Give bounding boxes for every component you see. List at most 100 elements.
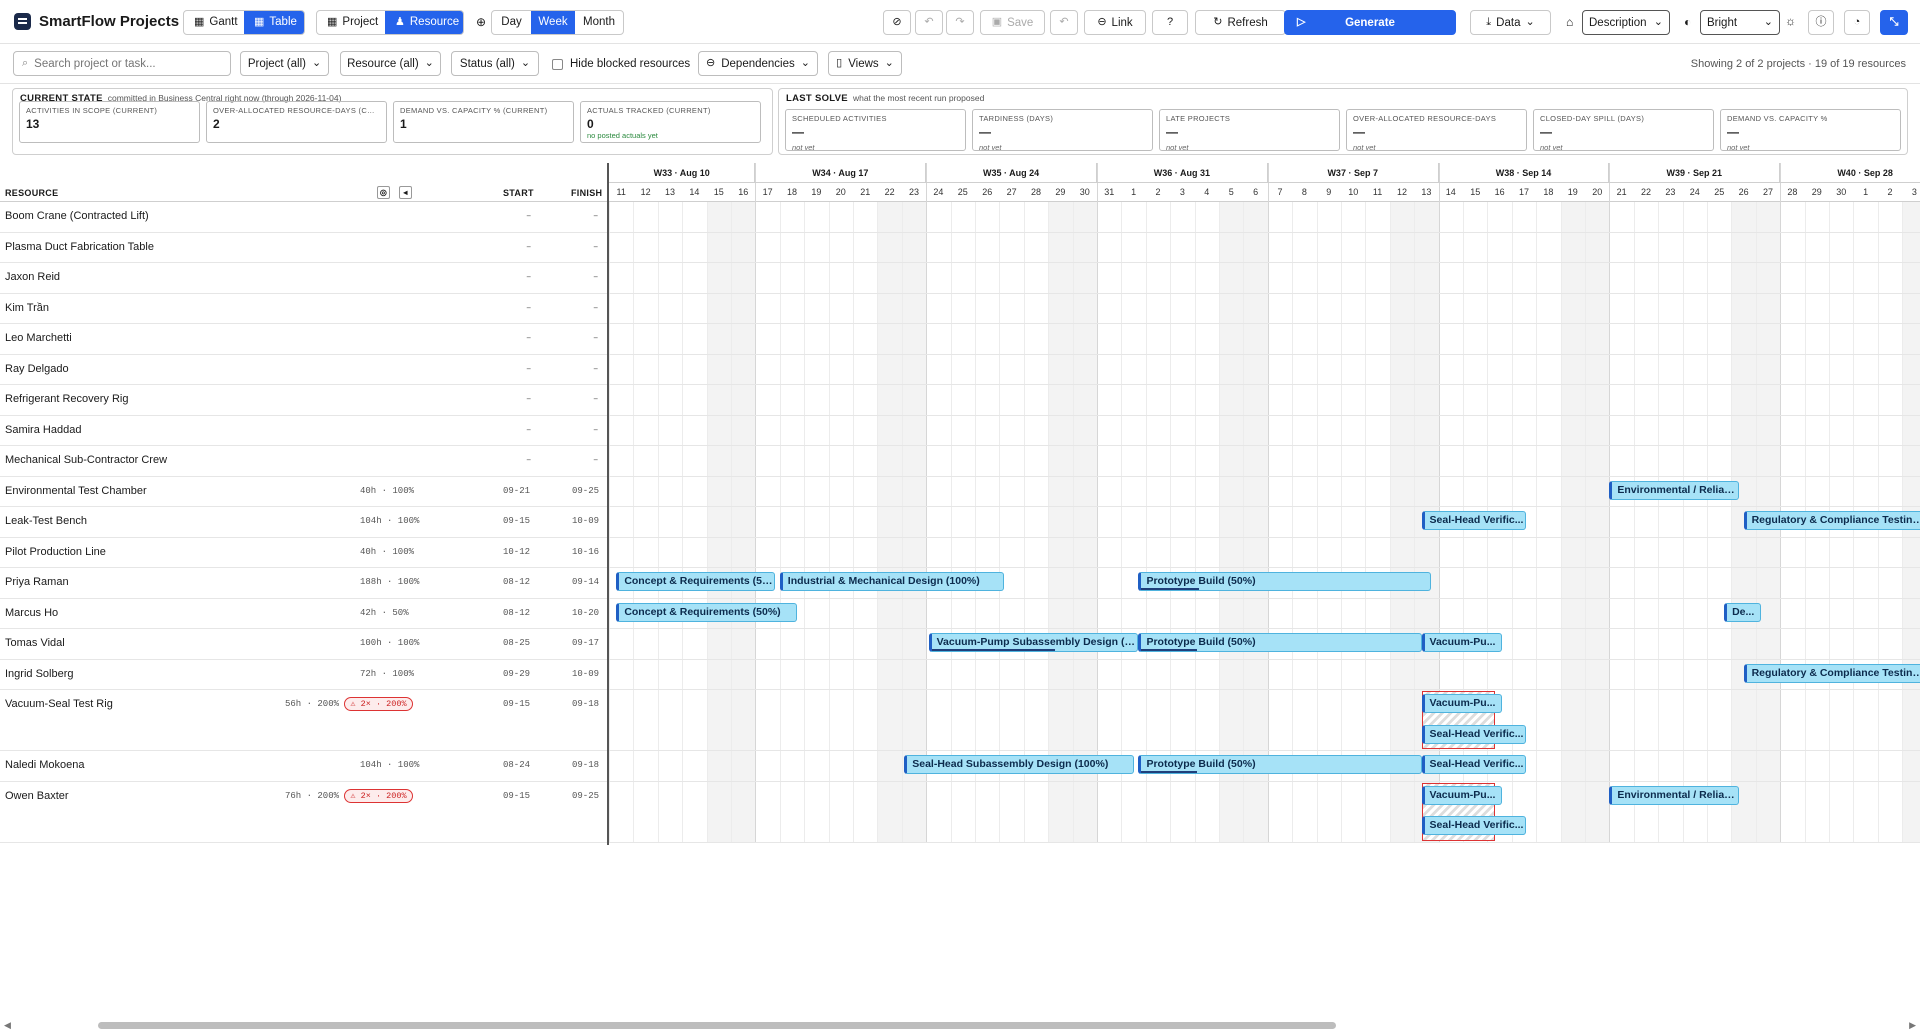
task-bar[interactable]: Vacuum-Pump Subassembly Design (100... [928, 633, 1139, 652]
resource-row[interactable]: Environmental Test Chamber 40h · 100% 09-2… [0, 477, 607, 507]
resource-row[interactable]: Refrigerant Recovery Rig – – [0, 385, 607, 416]
scrollbar-thumb[interactable] [98, 1022, 1336, 1029]
resource-row[interactable]: Ingrid Solberg 72h · 100% 09-29 10-09 [0, 660, 607, 690]
label-field-select[interactable]: Description ⌄ [1582, 10, 1670, 35]
resource-filter[interactable]: Resource (all) ⌄ [340, 51, 441, 76]
resource-row[interactable]: Boom Crane (Contracted Lift) – – [0, 202, 607, 233]
metric-value: — [792, 125, 804, 139]
collapse-left-icon[interactable]: ◂ [399, 186, 412, 199]
collapse-button[interactable]: ⤡ [1880, 10, 1908, 35]
theme-select[interactable]: Bright ⌄ [1700, 10, 1780, 35]
task-bar[interactable]: Environmental / Reliab... [1609, 480, 1739, 500]
scale-month-button[interactable]: Month [575, 11, 623, 34]
resource-row[interactable]: Owen Baxter 76h · 200% ⚠ 2× · 200% 09-15 09-… [0, 782, 607, 843]
resource-row[interactable]: Leak-Test Bench 104h · 100% 09-15 10-09 [0, 507, 607, 538]
resource-start: 09-15 [503, 699, 531, 709]
settings-icon[interactable]: ◎ [377, 186, 390, 199]
task-bar[interactable]: Environmental / Reliab... [1609, 785, 1739, 805]
task-bar[interactable]: Prototype Build (50%) [1138, 755, 1422, 774]
sun-icon[interactable]: ☼ [1785, 14, 1796, 28]
history-button[interactable]: ◔ [1844, 10, 1870, 35]
resource-row[interactable]: Vacuum-Seal Test Rig 56h · 200% ⚠ 2× · 200… [0, 690, 607, 751]
task-bar[interactable]: Industrial & Mechanical Design (100%) [779, 572, 1005, 591]
metric-value: — [1166, 125, 1178, 139]
row-gridline [609, 628, 1920, 629]
group-resource-button[interactable]: ♟ Resource [385, 11, 463, 34]
week-gridline [926, 163, 928, 843]
resource-name: Refrigerant Recovery Rig [5, 393, 129, 405]
scroll-right-icon[interactable]: ▶ [1909, 1020, 1916, 1031]
resource-finish: – [593, 455, 599, 465]
redo-button[interactable]: ↷ [946, 10, 974, 35]
resource-row[interactable]: Priya Raman 188h · 100% 08-12 09-14 [0, 568, 607, 599]
search-box[interactable]: ⌕ [13, 51, 231, 76]
resource-row[interactable]: Plasma Duct Fabrication Table – – [0, 233, 607, 263]
task-bar[interactable]: Prototype Build (50%) [1138, 572, 1432, 591]
task-bar[interactable]: Seal-Head Verific... [1421, 511, 1527, 530]
task-bar[interactable]: Regulatory & Compliance Testing (I [1743, 663, 1920, 683]
data-menu-button[interactable]: ⤓ Data ⌄ [1470, 10, 1551, 35]
dependencies-button[interactable]: ⊖ Dependencies ⌄ [698, 51, 818, 76]
task-bar[interactable]: Seal-Head Verific... [1421, 724, 1527, 744]
metric-value: — [1540, 125, 1552, 139]
status-filter[interactable]: Status (all) ⌄ [451, 51, 539, 76]
metric-note: not yet [979, 143, 1002, 151]
view-gantt-button[interactable]: ▦ Gantt [184, 11, 244, 34]
task-bar[interactable]: Vacuum-Pu... [1421, 633, 1503, 652]
scale-week-button[interactable]: Week [531, 11, 575, 34]
generate-button[interactable]: ▷ Generate [1284, 10, 1456, 35]
info-button[interactable]: ⓘ [1808, 10, 1834, 35]
scroll-left-icon[interactable]: ◀ [4, 1020, 11, 1031]
day-label: 20 [828, 183, 853, 202]
day-gridline [1170, 202, 1172, 843]
resource-row[interactable]: Kim Trần – – [0, 294, 607, 324]
day-label: 16 [1487, 183, 1512, 202]
users-icon: ♟ [395, 16, 405, 28]
current-state-card: DEMAND VS. CAPACITY % (CURRENT) 1 [393, 101, 574, 143]
hide-blocked-checkbox[interactable] [552, 58, 563, 70]
resource-row[interactable]: Jaxon Reid – – [0, 263, 607, 294]
task-bar[interactable]: Regulatory & Compliance Testing (I [1743, 511, 1920, 530]
resource-name: Jaxon Reid [5, 271, 61, 283]
revert-button[interactable]: ↶ [1050, 10, 1078, 35]
help-button[interactable]: ? [1152, 10, 1188, 35]
task-bar[interactable]: Seal-Head Verific... [1421, 755, 1527, 774]
resource-start: – [526, 455, 532, 465]
weekend-shade [877, 202, 902, 843]
showing-count: Showing 2 of 2 projects · 19 of 19 resou… [1690, 58, 1906, 70]
refresh-button[interactable]: ↻ Refresh [1195, 10, 1286, 35]
resource-row[interactable]: Leo Marchetti – – [0, 324, 607, 355]
horizontal-scrollbar[interactable]: ◀ ▶ [0, 1018, 1920, 1032]
resource-utilization: 56h · 200% [285, 699, 340, 709]
task-bar[interactable]: Concept & Requirements (50%) [616, 602, 797, 622]
project-filter[interactable]: Project (all) ⌄ [240, 51, 329, 76]
resource-row[interactable]: Samira Haddad – – [0, 416, 607, 446]
task-bar[interactable]: Seal-Head Verific... [1421, 816, 1527, 835]
hide-links-button[interactable]: ⊘ [883, 10, 911, 35]
resource-row[interactable]: Mechanical Sub-Contractor Crew – – [0, 446, 607, 477]
views-button[interactable]: ▯ Views ⌄ [828, 51, 902, 76]
task-bar[interactable]: Prototype Build (50%) [1138, 633, 1422, 652]
resource-row[interactable]: Pilot Production Line 40h · 100% 10-12 10-1… [0, 538, 607, 568]
group-project-button[interactable]: ▦ Project [317, 11, 385, 34]
task-bar[interactable]: Vacuum-Pu... [1421, 694, 1503, 713]
save-button[interactable]: ▣ Save [980, 10, 1045, 35]
task-bar[interactable]: Vacuum-Pu... [1421, 785, 1503, 805]
resource-row[interactable]: Tomas Vidal 100h · 100% 08-25 09-17 [0, 629, 607, 660]
hide-blocked-toggle[interactable]: Hide blocked resources [552, 58, 690, 70]
scale-day-button[interactable]: Day [492, 11, 531, 34]
day-gridline [901, 202, 903, 843]
row-gridline [609, 567, 1920, 568]
link-button[interactable]: ⊖ Link [1084, 10, 1146, 35]
search-input[interactable] [34, 57, 215, 70]
task-bar[interactable]: Seal-Head Subassembly Design (100%) [904, 755, 1134, 774]
task-bar[interactable]: Concept & Requirements (50%) [616, 572, 775, 591]
resource-row[interactable]: Naledi Mokoena 104h · 100% 08-24 09-18 [0, 751, 607, 782]
top-toolbar: SmartFlow Projects ▦ Gantt ▦ Table ▦ Projec… [0, 0, 1920, 44]
undo-button[interactable]: ↶ [915, 10, 943, 35]
view-table-button[interactable]: ▦ Table [244, 11, 304, 34]
weekend-shade [1243, 202, 1268, 843]
task-bar[interactable]: De... [1724, 602, 1761, 622]
resource-row[interactable]: Marcus Ho 42h · 50% 08-12 10-20 [0, 599, 607, 629]
resource-row[interactable]: Ray Delgado – – [0, 355, 607, 385]
